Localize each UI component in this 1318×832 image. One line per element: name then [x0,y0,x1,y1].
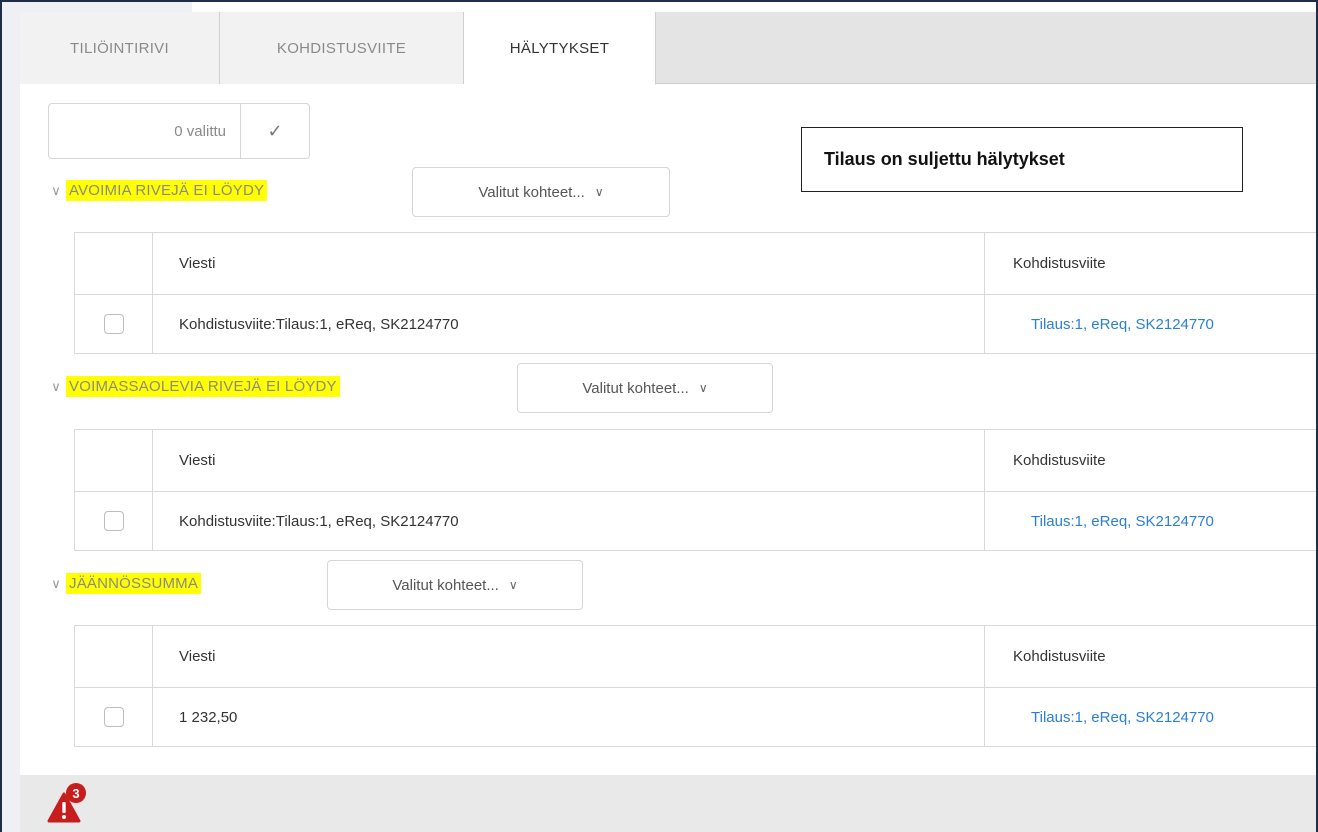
selection-widget: 0 valittu ✓ [48,103,310,159]
column-header-viesti: Viesti [153,430,985,491]
table-header-row: Viesti Kohdistusviite [75,233,1316,295]
reference-link[interactable]: Tilaus:1, eReq, SK2124770 [985,492,1316,550]
alerts-table: Viesti Kohdistusviite Kohdistusviite:Til… [74,232,1316,354]
group-header-jaannossumma: ∨ JÄÄNNÖSSUMMA [46,573,202,594]
select-column-header [75,626,153,687]
dropdown-label: Valitut kohteet... [392,576,499,594]
message-cell: 1 232,50 [153,688,985,746]
row-checkbox[interactable] [103,511,124,531]
row-select-cell [75,492,153,550]
footer-bar: 3 [20,775,1316,832]
selected-items-dropdown[interactable]: Valitut kohteet... ∨ [412,167,670,217]
group-header-voimassaolevia: ∨ VOIMASSAOLEVIA RIVEJÄ EI LÖYDY [46,376,340,397]
app-window: TILIÖINTIRIVI KOHDISTUSVIITE HÄLYTYKSET … [0,0,1318,832]
tab-halytykset[interactable]: HÄLYTYKSET [464,12,656,85]
tab-tiliointirivi[interactable]: TILIÖINTIRIVI [20,12,220,84]
column-header-kohdistusviite: Kohdistusviite [1013,648,1106,665]
annotation-callout: Tilaus on suljettu hälytykset [801,127,1243,192]
chevron-down-icon[interactable]: ∨ [46,183,66,199]
tab-kohdistusviite[interactable]: KOHDISTUSVIITE [220,12,464,84]
table-row: Kohdistusviite:Tilaus:1, eReq, SK2124770… [75,492,1316,550]
chevron-down-icon[interactable]: ∨ [46,379,66,395]
chevron-down-icon[interactable]: ∨ [46,576,66,592]
alerts-table: Viesti Kohdistusviite 1 232,50 Tilaus:1,… [74,625,1316,747]
row-checkbox[interactable] [103,707,124,727]
table-row: 1 232,50 Tilaus:1, eReq, SK2124770 [75,688,1316,746]
chevron-down-icon: ∨ [508,578,518,592]
alerts-table: Viesti Kohdistusviite Kohdistusviite:Til… [74,429,1316,551]
table-header-row: Viesti Kohdistusviite [75,626,1316,688]
chevron-down-icon: ∨ [594,185,604,199]
table-row: Kohdistusviite:Tilaus:1, eReq, SK2124770… [75,295,1316,353]
group-title: VOIMASSAOLEVIA RIVEJÄ EI LÖYDY [66,376,340,397]
left-gutter [2,2,20,832]
dropdown-label: Valitut kohteet... [582,379,689,397]
row-select-cell [75,688,153,746]
column-header-kohdistusviite: Kohdistusviite [1013,452,1106,469]
top-gutter [2,2,192,12]
message-cell: Kohdistusviite:Tilaus:1, eReq, SK2124770 [153,295,985,353]
column-header-viesti: Viesti [153,626,985,687]
selected-count: 0 valittu [49,104,241,158]
selected-items-dropdown[interactable]: Valitut kohteet... ∨ [517,363,773,413]
select-column-header [75,430,153,491]
chevron-down-icon: ∨ [698,381,708,395]
alert-count-badge: 3 [66,783,86,803]
reference-link[interactable]: Tilaus:1, eReq, SK2124770 [985,688,1316,746]
column-header-viesti: Viesti [153,233,985,294]
column-header-kohdistusviite: Kohdistusviite [1013,255,1106,272]
table-header-row: Viesti Kohdistusviite [75,430,1316,492]
group-title: JÄÄNNÖSSUMMA [66,573,202,594]
row-select-cell [75,295,153,353]
selected-items-dropdown[interactable]: Valitut kohteet... ∨ [327,560,583,610]
reference-link[interactable]: Tilaus:1, eReq, SK2124770 [985,295,1316,353]
confirm-selection-button[interactable]: ✓ [241,104,309,158]
message-cell: Kohdistusviite:Tilaus:1, eReq, SK2124770 [153,492,985,550]
group-title: AVOIMIA RIVEJÄ EI LÖYDY [66,180,268,201]
select-column-header [75,233,153,294]
tab-bar: TILIÖINTIRIVI KOHDISTUSVIITE HÄLYTYKSET [20,12,1316,85]
group-header-avoimia: ∨ AVOIMIA RIVEJÄ EI LÖYDY [46,180,268,201]
alerts-button[interactable]: 3 [46,783,86,829]
check-icon: ✓ [267,120,283,141]
row-checkbox[interactable] [103,314,124,334]
dropdown-label: Valitut kohteet... [478,183,585,201]
